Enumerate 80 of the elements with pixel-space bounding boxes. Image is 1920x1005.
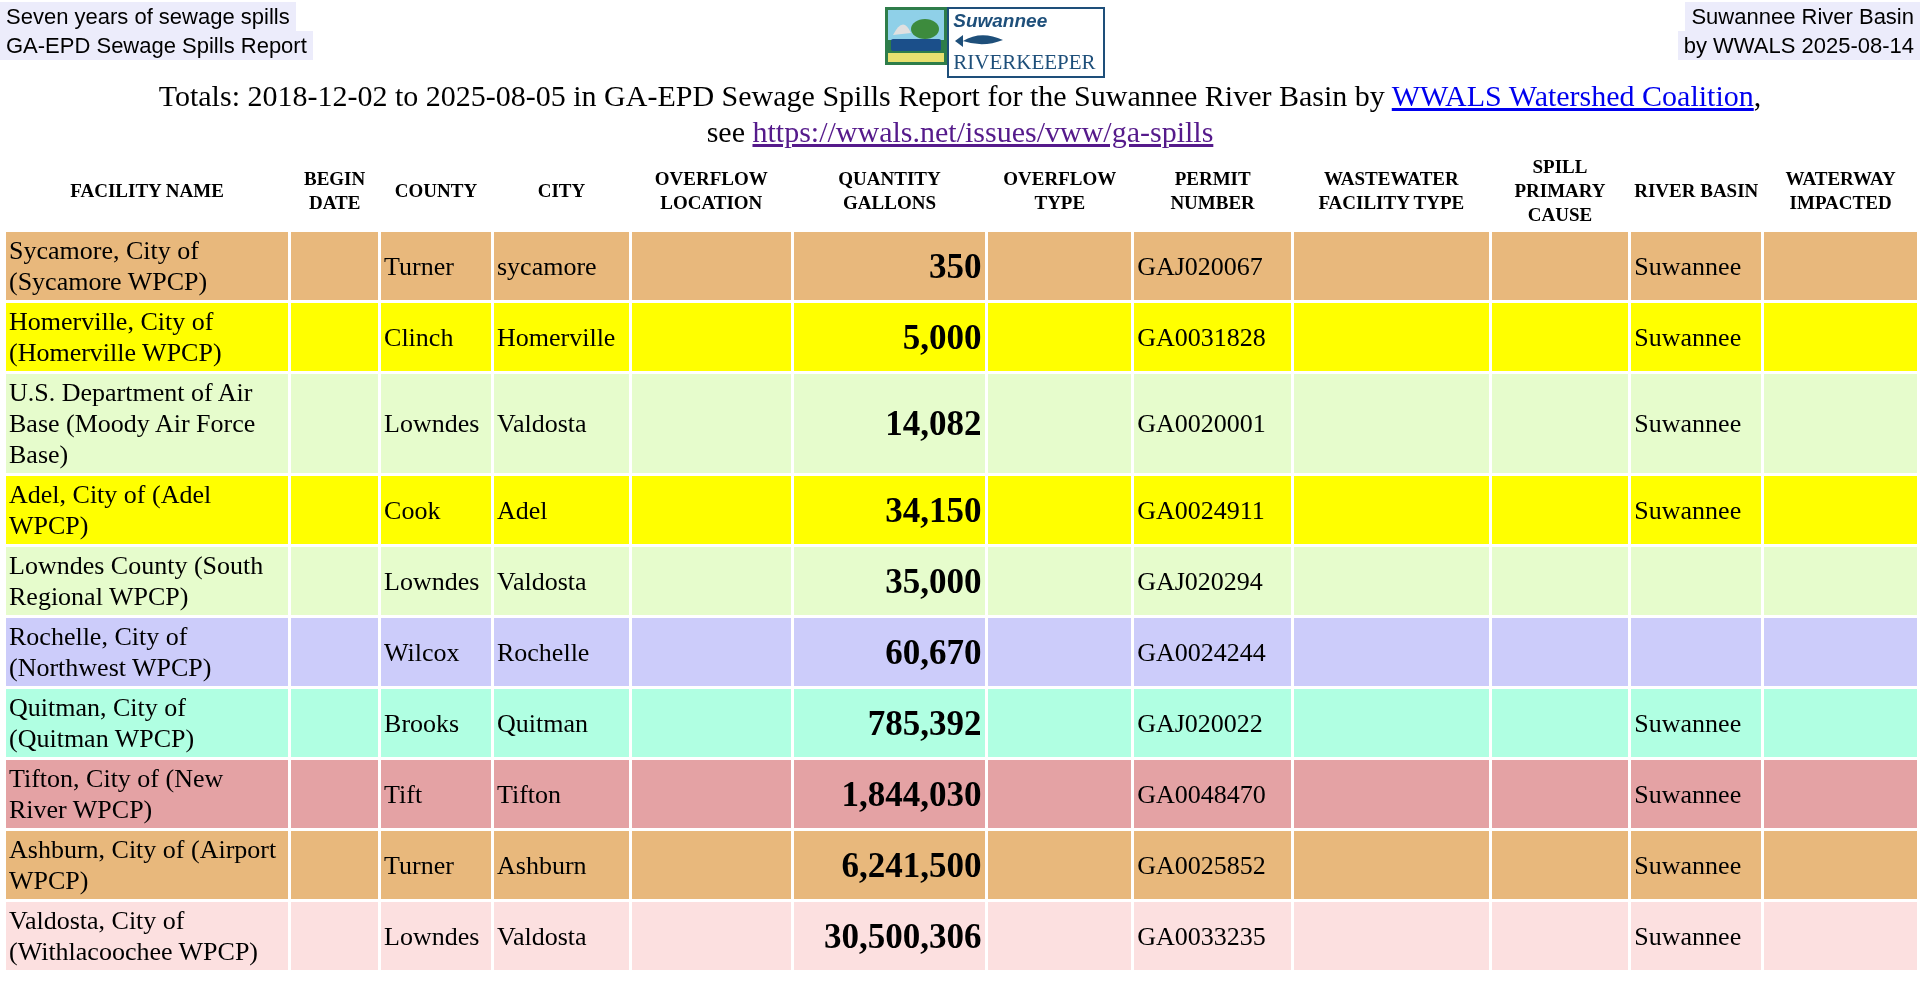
column-header: WATERWAY IMPACTED [1784,167,1897,215]
table-cell: GAJ020022 [1134,689,1292,757]
column-header: RIVER BASIN [1633,179,1760,203]
table-cell: GA0048470 [1134,760,1292,828]
table-cell: Ashburn, City of (Airport WPCP) [6,831,289,899]
page-heading: Seven years of sewage spills [0,2,296,31]
table-cell: GA0024911 [1134,476,1292,544]
table-cell: Adel [494,476,629,544]
table-cell: Homerville, City of (Homerville WPCP) [6,303,289,371]
table-cell: Ashburn [494,831,629,899]
table-cell: 1,844,030 [793,760,986,828]
column-header: FACILITY NAME [69,179,225,203]
table-cell: 14,082 [793,374,986,473]
column-header: WASTEWATER FACILITY TYPE [1317,167,1466,215]
table-cell: Tifton, City of (New River WPCP) [6,760,289,828]
table-cell: Rochelle [494,618,629,686]
spills-link[interactable]: https://wwals.net/issues/vww/ga-spills [752,115,1214,148]
table-cell: 5,000 [793,303,986,371]
table-cell: Quitman [494,689,629,757]
column-header: COUNTY [393,179,479,203]
table-cell: Suwannee [1631,303,1762,371]
table-cell: Adel, City of (Adel WPCP) [6,476,289,544]
table-cell: 6,241,500 [793,831,986,899]
table-cell: Clinch [381,303,491,371]
table-cell: Brooks [381,689,491,757]
coalition-link[interactable]: WWALS Watershed Coalition [1391,79,1754,112]
table-cell: GA0031828 [1134,303,1292,371]
table-cell: Valdosta [494,902,629,970]
table-cell: Suwannee [1631,902,1762,970]
table-cell: Homerville [494,303,629,371]
table-cell: Wilcox [381,618,491,686]
table-cell: GA0020001 [1134,374,1292,473]
table-cell: GA0033235 [1134,902,1292,970]
page-heading: GA-EPD Sewage Spills Report [0,31,313,60]
column-header: QUANTITY GALLONS [837,167,942,215]
table-cell: Sycamore, City of (Sycamore WPCP) [6,232,289,300]
table-cell: Lowndes County (South Regional WPCP) [6,547,289,615]
page-subheading: by WWALS 2025-08-14 [1677,31,1920,60]
table-cell: Tifton [494,760,629,828]
page-subheading: Suwannee River Basin [1685,2,1920,31]
table-cell: Lowndes [381,547,491,615]
table-cell: Turner [381,232,491,300]
table-cell: Suwannee [1631,232,1762,300]
column-header: PERMIT NUMBER [1169,167,1256,215]
table-cell: Lowndes [381,902,491,970]
table-cell: Suwannee [1631,760,1762,828]
table-cell: 35,000 [793,547,986,615]
table-cell: Suwannee [1631,831,1762,899]
table-cell: Suwannee [1631,689,1762,757]
table-cell: GAJ020067 [1134,232,1292,300]
table-cell: Lowndes [381,374,491,473]
table-cell: sycamore [494,232,629,300]
column-header: CITY [536,179,587,203]
table-cell: 785,392 [793,689,986,757]
table-cell: 30,500,306 [793,902,986,970]
column-header: SPILL PRIMARY CAUSE [1513,155,1607,227]
column-header: OVERFLOW TYPE [1002,167,1118,215]
table-cell: Tift [381,760,491,828]
table-cell: Valdosta [494,547,629,615]
table-cell: Suwannee [1631,374,1762,473]
table-cell: GA0025852 [1134,831,1292,899]
wwals-logo-icon [885,7,948,65]
report-title: Totals: 2018-12-02 to 2025-08-05 in GA-EPD Sewage Spills Report for the Suwannee River Basin by WWALS Watershed Coalition, see https://wwals.net/issues/vww/ga-spills [157,78,1763,150]
table-cell: Valdosta [494,374,629,473]
table-cell: 34,150 [793,476,986,544]
table-cell: U.S. Department of Air Base (Moody Air Force Base) [6,374,289,473]
logo-text: Suwannee [953,10,1048,32]
table-cell: Suwannee [1631,476,1762,544]
table-cell: GAJ020294 [1134,547,1292,615]
table-cell: Turner [381,831,491,899]
table-cell: GA0024244 [1134,618,1292,686]
table-cell: 60,670 [793,618,986,686]
table-cell: Quitman, City of (Quitman WPCP) [6,689,289,757]
table-cell: Rochelle, City of (Northwest WPCP) [6,618,289,686]
column-header: OVERFLOW LOCATION [653,167,769,215]
table-cell: 350 [793,232,986,300]
logo-text: RIVERKEEPER [953,50,1096,75]
table-cell: Valdosta, City of (Withlacoochee WPCP) [6,902,289,970]
column-header: BEGIN DATE [303,167,367,215]
table-cell: Cook [381,476,491,544]
